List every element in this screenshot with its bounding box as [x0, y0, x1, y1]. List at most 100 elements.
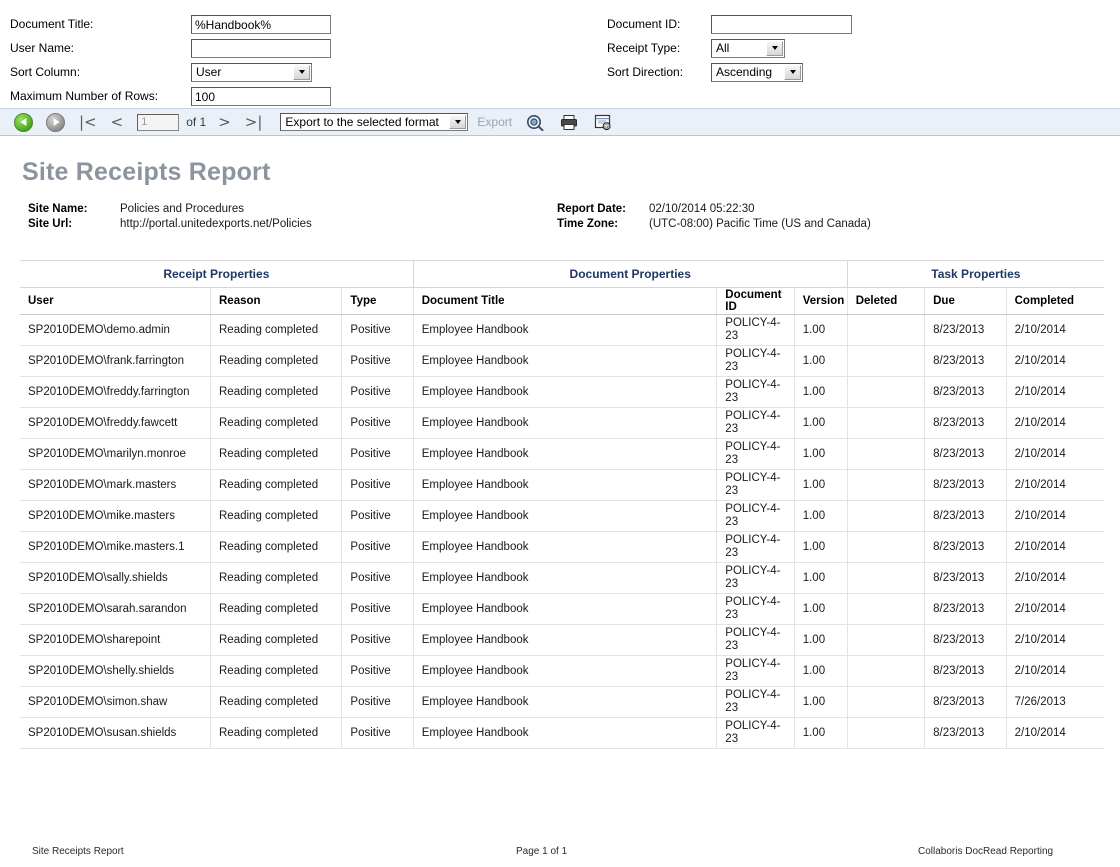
metadata-site-name: Site Name: Policies and Procedures: [28, 202, 312, 217]
cell-user: SP2010DEMO\freddy.fawcett: [20, 408, 211, 439]
report-date-label: Report Date:: [557, 202, 649, 217]
user-name-input[interactable]: [191, 39, 331, 58]
column-header-user[interactable]: User: [20, 288, 211, 315]
cell-document-title: Employee Handbook: [413, 687, 717, 718]
table-row: SP2010DEMO\mike.mastersReading completed…: [20, 501, 1104, 532]
chevron-down-icon[interactable]: [784, 65, 801, 80]
export-button[interactable]: Export: [477, 115, 512, 129]
table-row: SP2010DEMO\sarah.sarandonReading complet…: [20, 594, 1104, 625]
column-header-deleted[interactable]: Deleted: [847, 288, 924, 315]
cell-due: 8/23/2013: [925, 718, 1007, 749]
sort-direction-dropdown[interactable]: Ascending: [711, 63, 803, 82]
cell-user: SP2010DEMO\marilyn.monroe: [20, 439, 211, 470]
cell-due: 8/23/2013: [925, 439, 1007, 470]
page-number-input[interactable]: [137, 114, 179, 131]
cell-document-title: Employee Handbook: [413, 718, 717, 749]
last-page-icon[interactable]: >|: [245, 115, 263, 130]
back-circle-icon[interactable]: [14, 113, 33, 132]
metadata-time-zone: Time Zone: (UTC-08:00) Pacific Time (US …: [557, 217, 871, 232]
cell-version: 1.00: [794, 563, 847, 594]
column-header-completed[interactable]: Completed: [1006, 288, 1104, 315]
report-body: Site Receipts Report Site Name: Policies…: [0, 136, 1120, 749]
print-icon[interactable]: [560, 114, 578, 131]
export-format-dropdown[interactable]: Export to the selected format: [280, 113, 468, 131]
cell-completed: 2/10/2014: [1006, 532, 1104, 563]
cell-type: Positive: [342, 501, 413, 532]
cell-due: 8/23/2013: [925, 377, 1007, 408]
sort-direction-label: Sort Direction:: [607, 65, 711, 79]
cell-completed: 2/10/2014: [1006, 346, 1104, 377]
cell-deleted: [847, 501, 924, 532]
chevron-down-icon[interactable]: [766, 41, 783, 56]
cell-type: Positive: [342, 439, 413, 470]
cell-type: Positive: [342, 656, 413, 687]
forward-circle-icon[interactable]: [46, 113, 65, 132]
column-header-document-title[interactable]: Document Title: [413, 288, 717, 315]
column-header-reason[interactable]: Reason: [211, 288, 342, 315]
report-footer: Site Receipts Report Page 1 of 1 Collabo…: [0, 841, 1120, 867]
cell-document-title: Employee Handbook: [413, 470, 717, 501]
cell-document-title: Employee Handbook: [413, 346, 717, 377]
cell-reason: Reading completed: [211, 532, 342, 563]
cell-version: 1.00: [794, 470, 847, 501]
cell-user: SP2010DEMO\susan.shields: [20, 718, 211, 749]
sort-direction-value: Ascending: [716, 64, 772, 81]
site-name-value: Policies and Procedures: [120, 202, 244, 217]
parameter-receipt-type: Receipt Type: All: [607, 36, 852, 60]
cell-completed: 2/10/2014: [1006, 315, 1104, 346]
cell-deleted: [847, 377, 924, 408]
document-id-input[interactable]: [711, 15, 852, 34]
refresh-icon[interactable]: [526, 114, 544, 131]
time-zone-value: (UTC-08:00) Pacific Time (US and Canada): [649, 217, 871, 232]
cell-document-title: Employee Handbook: [413, 408, 717, 439]
cell-due: 8/23/2013: [925, 625, 1007, 656]
cell-due: 8/23/2013: [925, 687, 1007, 718]
chevron-down-icon[interactable]: [293, 65, 310, 80]
group-header-receipt-properties: Receipt Properties: [20, 261, 413, 288]
first-page-icon[interactable]: |<: [79, 115, 97, 130]
cell-document-id: POLICY-4-23: [717, 563, 794, 594]
print-layout-icon[interactable]: @: [594, 114, 612, 131]
cell-version: 1.00: [794, 594, 847, 625]
cell-type: Positive: [342, 563, 413, 594]
chevron-down-icon[interactable]: [449, 115, 466, 129]
cell-user: SP2010DEMO\mike.masters: [20, 501, 211, 532]
cell-due: 8/23/2013: [925, 501, 1007, 532]
cell-reason: Reading completed: [211, 408, 342, 439]
parameter-sort-column: Sort Column: User: [10, 60, 331, 84]
receipt-type-value: All: [716, 40, 729, 57]
sort-column-dropdown[interactable]: User: [191, 63, 312, 82]
column-header-version[interactable]: Version: [794, 288, 847, 315]
next-page-icon[interactable]: >: [218, 115, 231, 130]
document-title-label: Document Title:: [10, 17, 191, 31]
column-header-due[interactable]: Due: [925, 288, 1007, 315]
cell-reason: Reading completed: [211, 687, 342, 718]
cell-deleted: [847, 346, 924, 377]
cell-version: 1.00: [794, 315, 847, 346]
cell-completed: 2/10/2014: [1006, 656, 1104, 687]
column-header-document-id[interactable]: Document ID: [717, 288, 794, 315]
cell-document-title: Employee Handbook: [413, 625, 717, 656]
cell-document-id: POLICY-4-23: [717, 718, 794, 749]
export-format-value: Export to the selected format: [285, 114, 438, 131]
cell-reason: Reading completed: [211, 315, 342, 346]
table-row: SP2010DEMO\demo.adminReading completedPo…: [20, 315, 1104, 346]
footer-page-label: Page 1 of 1: [516, 846, 567, 857]
cell-due: 8/23/2013: [925, 408, 1007, 439]
max-rows-input[interactable]: [191, 87, 331, 106]
receipt-type-dropdown[interactable]: All: [711, 39, 785, 58]
document-id-label: Document ID:: [607, 17, 711, 31]
previous-page-icon[interactable]: <: [111, 115, 124, 130]
cell-document-title: Employee Handbook: [413, 594, 717, 625]
document-title-input[interactable]: [191, 15, 331, 34]
cell-type: Positive: [342, 470, 413, 501]
cell-due: 8/23/2013: [925, 470, 1007, 501]
table-head: Receipt Properties Document Properties T…: [20, 261, 1104, 315]
table-row: SP2010DEMO\freddy.farringtonReading comp…: [20, 377, 1104, 408]
column-header-type[interactable]: Type: [342, 288, 413, 315]
cell-document-id: POLICY-4-23: [717, 408, 794, 439]
cell-deleted: [847, 439, 924, 470]
metadata-site-url: Site Url: http://portal.unitedexports.ne…: [28, 217, 312, 232]
cell-user: SP2010DEMO\mark.masters: [20, 470, 211, 501]
cell-version: 1.00: [794, 408, 847, 439]
